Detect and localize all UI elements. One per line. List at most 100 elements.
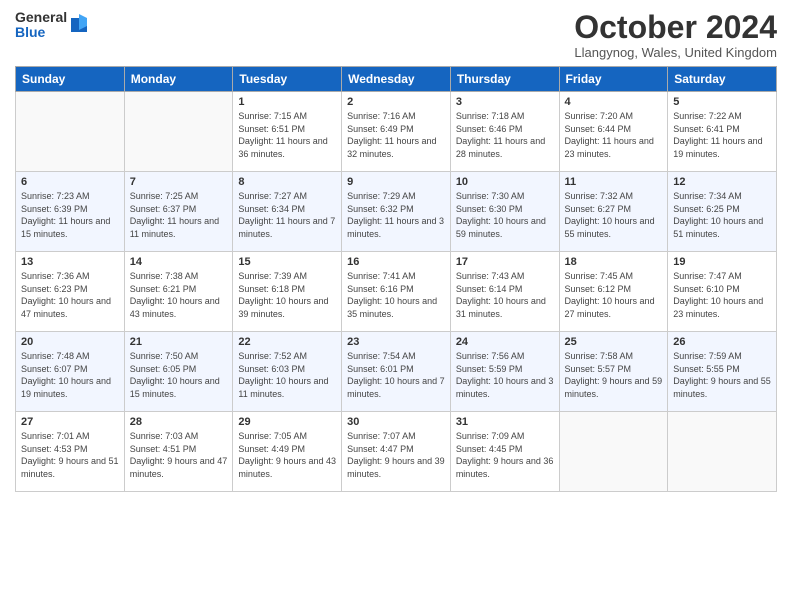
cell-sun-info: Sunrise: 7:54 AMSunset: 6:01 PMDaylight:… xyxy=(347,350,445,400)
calendar-week-row: 13 Sunrise: 7:36 AMSunset: 6:23 PMDayligh… xyxy=(16,252,777,332)
calendar-week-row: 1 Sunrise: 7:15 AMSunset: 6:51 PMDaylight… xyxy=(16,92,777,172)
cell-sun-info: Sunrise: 7:34 AMSunset: 6:25 PMDaylight:… xyxy=(673,190,771,240)
cell-sun-info: Sunrise: 7:59 AMSunset: 5:55 PMDaylight:… xyxy=(673,350,771,400)
day-number: 11 xyxy=(565,176,663,188)
calendar-cell: 19Sunrise: 7:47 AMSunset: 6:10 PMDayligh… xyxy=(668,252,777,332)
calendar-cell xyxy=(559,412,668,492)
calendar-cell: 5Sunrise: 7:22 AMSunset: 6:41 PMDaylight… xyxy=(668,92,777,172)
calendar-cell: 27Sunrise: 7:01 AMSunset: 4:53 PMDayligh… xyxy=(16,412,125,492)
calendar-cell: 12 Sunrise: 7:34 AMSunset: 6:25 PMDayligh… xyxy=(668,172,777,252)
page: General Blue October 2024 Llangynog, Wal… xyxy=(0,0,792,612)
calendar-cell xyxy=(16,92,125,172)
cell-sun-info: Sunrise: 7:39 AMSunset: 6:18 PMDaylight:… xyxy=(238,270,336,320)
day-number: 15 xyxy=(238,256,336,268)
day-number: 12 xyxy=(673,176,771,188)
day-number: 16 xyxy=(347,256,445,268)
title-section: October 2024 Llangynog, Wales, United Ki… xyxy=(574,10,777,60)
cell-sun-info: Sunrise: 7:56 AMSunset: 5:59 PMDaylight:… xyxy=(456,350,554,400)
cell-sun-info: Sunrise: 7:09 AMSunset: 4:45 PMDaylight:… xyxy=(456,430,554,480)
month-title: October 2024 xyxy=(574,10,777,45)
cell-sun-info: Sunrise: 7:23 AMSunset: 6:39 PMDaylight:… xyxy=(21,190,119,240)
calendar-cell: 17Sunrise: 7:43 AMSunset: 6:14 PMDayligh… xyxy=(450,252,559,332)
day-header-saturday: Saturday xyxy=(668,67,777,92)
calendar-cell xyxy=(124,92,233,172)
calendar-cell: 30 Sunrise: 7:07 AMSunset: 4:47 PMDayligh… xyxy=(342,412,451,492)
calendar-header-row: SundayMondayTuesdayWednesdayThursdayFrid… xyxy=(16,67,777,92)
day-number: 20 xyxy=(21,336,119,348)
day-number: 6 xyxy=(21,176,119,188)
calendar-cell: 26 Sunrise: 7:59 AMSunset: 5:55 PMDayligh… xyxy=(668,332,777,412)
calendar-cell: 15 Sunrise: 7:39 AMSunset: 6:18 PMDayligh… xyxy=(233,252,342,332)
day-number: 8 xyxy=(238,176,336,188)
cell-sun-info: Sunrise: 7:32 AMSunset: 6:27 PMDaylight:… xyxy=(565,190,663,240)
cell-sun-info: Sunrise: 7:43 AMSunset: 6:14 PMDaylight:… xyxy=(456,270,554,320)
calendar-cell: 4 Sunrise: 7:20 AMSunset: 6:44 PMDaylight… xyxy=(559,92,668,172)
day-number: 22 xyxy=(238,336,336,348)
calendar-cell: 3 Sunrise: 7:18 AMSunset: 6:46 PMDaylight… xyxy=(450,92,559,172)
day-number: 28 xyxy=(130,416,228,428)
calendar-cell: 10Sunrise: 7:30 AMSunset: 6:30 PMDayligh… xyxy=(450,172,559,252)
day-header-sunday: Sunday xyxy=(16,67,125,92)
cell-sun-info: Sunrise: 7:27 AMSunset: 6:34 PMDaylight:… xyxy=(238,190,336,240)
day-number: 1 xyxy=(238,96,336,108)
cell-sun-info: Sunrise: 7:41 AMSunset: 6:16 PMDaylight:… xyxy=(347,270,445,320)
day-number: 30 xyxy=(347,416,445,428)
calendar-cell: 28 Sunrise: 7:03 AMSunset: 4:51 PMDayligh… xyxy=(124,412,233,492)
day-header-thursday: Thursday xyxy=(450,67,559,92)
cell-sun-info: Sunrise: 7:45 AMSunset: 6:12 PMDaylight:… xyxy=(565,270,663,320)
day-number: 13 xyxy=(21,256,119,268)
cell-sun-info: Sunrise: 7:48 AMSunset: 6:07 PMDaylight:… xyxy=(21,350,119,400)
calendar-cell: 20 Sunrise: 7:48 AMSunset: 6:07 PMDayligh… xyxy=(16,332,125,412)
day-number: 9 xyxy=(347,176,445,188)
cell-sun-info: Sunrise: 7:50 AMSunset: 6:05 PMDaylight:… xyxy=(130,350,228,400)
calendar-cell: 14Sunrise: 7:38 AMSunset: 6:21 PMDayligh… xyxy=(124,252,233,332)
day-number: 18 xyxy=(565,256,663,268)
calendar-cell: 22 Sunrise: 7:52 AMSunset: 6:03 PMDayligh… xyxy=(233,332,342,412)
cell-sun-info: Sunrise: 7:58 AMSunset: 5:57 PMDaylight:… xyxy=(565,350,663,400)
day-number: 25 xyxy=(565,336,663,348)
cell-sun-info: Sunrise: 7:05 AMSunset: 4:49 PMDaylight:… xyxy=(238,430,336,480)
cell-sun-info: Sunrise: 7:25 AMSunset: 6:37 PMDaylight:… xyxy=(130,190,228,240)
day-header-wednesday: Wednesday xyxy=(342,67,451,92)
day-number: 23 xyxy=(347,336,445,348)
day-number: 2 xyxy=(347,96,445,108)
day-number: 26 xyxy=(673,336,771,348)
cell-sun-info: Sunrise: 7:36 AMSunset: 6:23 PMDaylight:… xyxy=(21,270,119,320)
day-number: 4 xyxy=(565,96,663,108)
day-number: 31 xyxy=(456,416,554,428)
day-header-tuesday: Tuesday xyxy=(233,67,342,92)
day-header-friday: Friday xyxy=(559,67,668,92)
cell-sun-info: Sunrise: 7:16 AMSunset: 6:49 PMDaylight:… xyxy=(347,110,445,160)
day-number: 24 xyxy=(456,336,554,348)
calendar-week-row: 27Sunrise: 7:01 AMSunset: 4:53 PMDayligh… xyxy=(16,412,777,492)
calendar-cell: 31 Sunrise: 7:09 AMSunset: 4:45 PMDayligh… xyxy=(450,412,559,492)
calendar-cell: 11 Sunrise: 7:32 AMSunset: 6:27 PMDayligh… xyxy=(559,172,668,252)
calendar-cell: 25 Sunrise: 7:58 AMSunset: 5:57 PMDayligh… xyxy=(559,332,668,412)
calendar-table: SundayMondayTuesdayWednesdayThursdayFrid… xyxy=(15,66,777,492)
calendar-cell: 24 Sunrise: 7:56 AMSunset: 5:59 PMDayligh… xyxy=(450,332,559,412)
cell-sun-info: Sunrise: 7:15 AMSunset: 6:51 PMDaylight:… xyxy=(238,110,336,160)
day-number: 21 xyxy=(130,336,228,348)
header: General Blue October 2024 Llangynog, Wal… xyxy=(15,10,777,60)
cell-sun-info: Sunrise: 7:30 AMSunset: 6:30 PMDaylight:… xyxy=(456,190,554,240)
calendar-week-row: 6 Sunrise: 7:23 AMSunset: 6:39 PMDaylight… xyxy=(16,172,777,252)
day-number: 3 xyxy=(456,96,554,108)
calendar-week-row: 20 Sunrise: 7:48 AMSunset: 6:07 PMDayligh… xyxy=(16,332,777,412)
cell-sun-info: Sunrise: 7:18 AMSunset: 6:46 PMDaylight:… xyxy=(456,110,554,160)
calendar-cell: 23 Sunrise: 7:54 AMSunset: 6:01 PMDayligh… xyxy=(342,332,451,412)
day-number: 7 xyxy=(130,176,228,188)
logo-icon xyxy=(69,12,89,36)
day-number: 27 xyxy=(21,416,119,428)
calendar-cell: 18 Sunrise: 7:45 AMSunset: 6:12 PMDayligh… xyxy=(559,252,668,332)
calendar-cell: 9Sunrise: 7:29 AMSunset: 6:32 PMDaylight… xyxy=(342,172,451,252)
cell-sun-info: Sunrise: 7:52 AMSunset: 6:03 PMDaylight:… xyxy=(238,350,336,400)
calendar-cell: 13 Sunrise: 7:36 AMSunset: 6:23 PMDayligh… xyxy=(16,252,125,332)
day-number: 14 xyxy=(130,256,228,268)
calendar-cell: 8 Sunrise: 7:27 AMSunset: 6:34 PMDaylight… xyxy=(233,172,342,252)
cell-sun-info: Sunrise: 7:20 AMSunset: 6:44 PMDaylight:… xyxy=(565,110,663,160)
cell-sun-info: Sunrise: 7:07 AMSunset: 4:47 PMDaylight:… xyxy=(347,430,445,480)
logo: General Blue xyxy=(15,10,89,41)
location: Llangynog, Wales, United Kingdom xyxy=(574,45,777,60)
cell-sun-info: Sunrise: 7:22 AMSunset: 6:41 PMDaylight:… xyxy=(673,110,771,160)
cell-sun-info: Sunrise: 7:03 AMSunset: 4:51 PMDaylight:… xyxy=(130,430,228,480)
